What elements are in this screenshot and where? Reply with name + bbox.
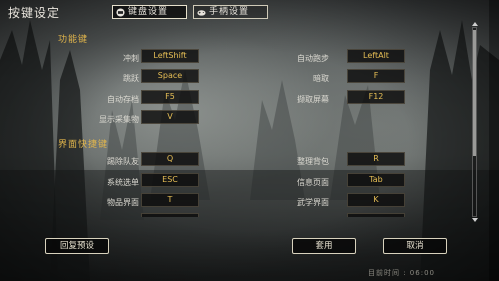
bind-key-system-menu[interactable]: ESC	[141, 173, 199, 187]
gamepad-icon	[197, 9, 206, 16]
keyboard-icon	[116, 7, 125, 17]
edge-shade	[489, 0, 499, 281]
cancel-button[interactable]: 取消	[383, 238, 447, 254]
scroll-up-arrow-icon[interactable]	[472, 22, 478, 26]
bind-key-autosave[interactable]: F5	[141, 90, 199, 104]
bind-label-jump: 跳跃	[123, 74, 139, 83]
scrollbar[interactable]	[472, 27, 477, 217]
bind-key-partial[interactable]	[141, 213, 199, 217]
bind-label-screenshot: 撷取屏幕	[297, 95, 329, 104]
bind-key-sprint[interactable]: LeftShift	[141, 49, 199, 63]
tab-gamepad-label: 手柄设置	[209, 7, 250, 17]
bind-key-auto-run[interactable]: LeftAlt	[347, 49, 405, 63]
bind-key-partial[interactable]	[347, 213, 405, 217]
page-title: 按键设定	[8, 6, 61, 20]
bind-key-item-ui[interactable]: T	[141, 193, 199, 207]
tab-keyboard-label: 键盘设置	[128, 7, 169, 17]
bind-key-sort-bag[interactable]: R	[347, 152, 405, 166]
bind-key-martial-ui[interactable]: K	[347, 193, 405, 207]
bind-label-sort-bag: 整理背包	[297, 157, 329, 166]
reset-defaults-button[interactable]: 回复预设	[45, 238, 109, 254]
bind-label-sprint: 冲刺	[123, 54, 139, 63]
bind-key-kick-teammate[interactable]: Q	[141, 152, 199, 166]
bind-label-kick-teammate: 踢除队友	[107, 157, 139, 166]
apply-button[interactable]: 套用	[292, 238, 356, 254]
scroll-down-arrow-icon[interactable]	[472, 218, 478, 222]
section-title-ui-shortcuts: 界面快捷键	[58, 140, 109, 150]
bind-key-jump[interactable]: Space	[141, 69, 199, 83]
bind-label-autosave: 自动存档	[107, 95, 139, 104]
scrollbar-thumb[interactable]	[473, 30, 476, 156]
tab-gamepad-settings[interactable]: 手柄设置	[193, 5, 268, 19]
bind-label-item-ui: 物品界面	[107, 198, 139, 207]
bind-label-show-gatherables: 显示采集物	[99, 115, 139, 124]
bind-key-show-gatherables[interactable]: V	[141, 110, 199, 124]
settings-screen: 按键设定 键盘设置 手柄设置 功能键 冲刺 LeftShift 自动跑步 Lef…	[0, 0, 499, 281]
keybind-list[interactable]: 功能键 冲刺 LeftShift 自动跑步 LeftAlt 跳跃 Space 暗…	[55, 27, 467, 217]
bind-key-screenshot[interactable]: F12	[347, 90, 405, 104]
status-text: 目前时间 : 06:00	[368, 269, 435, 277]
tab-keyboard-settings[interactable]: 键盘设置	[112, 5, 187, 19]
bind-label-steal: 暗取	[313, 74, 329, 83]
bind-key-info-page[interactable]: Tab	[347, 173, 405, 187]
bind-label-system-menu: 系统选单	[107, 178, 139, 187]
bind-label-martial-ui: 武学界面	[297, 198, 329, 207]
bind-label-info-page: 信息页面	[297, 178, 329, 187]
bind-label-auto-run: 自动跑步	[297, 54, 329, 63]
section-title-function-keys: 功能键	[58, 35, 89, 45]
bind-key-steal[interactable]: F	[347, 69, 405, 83]
